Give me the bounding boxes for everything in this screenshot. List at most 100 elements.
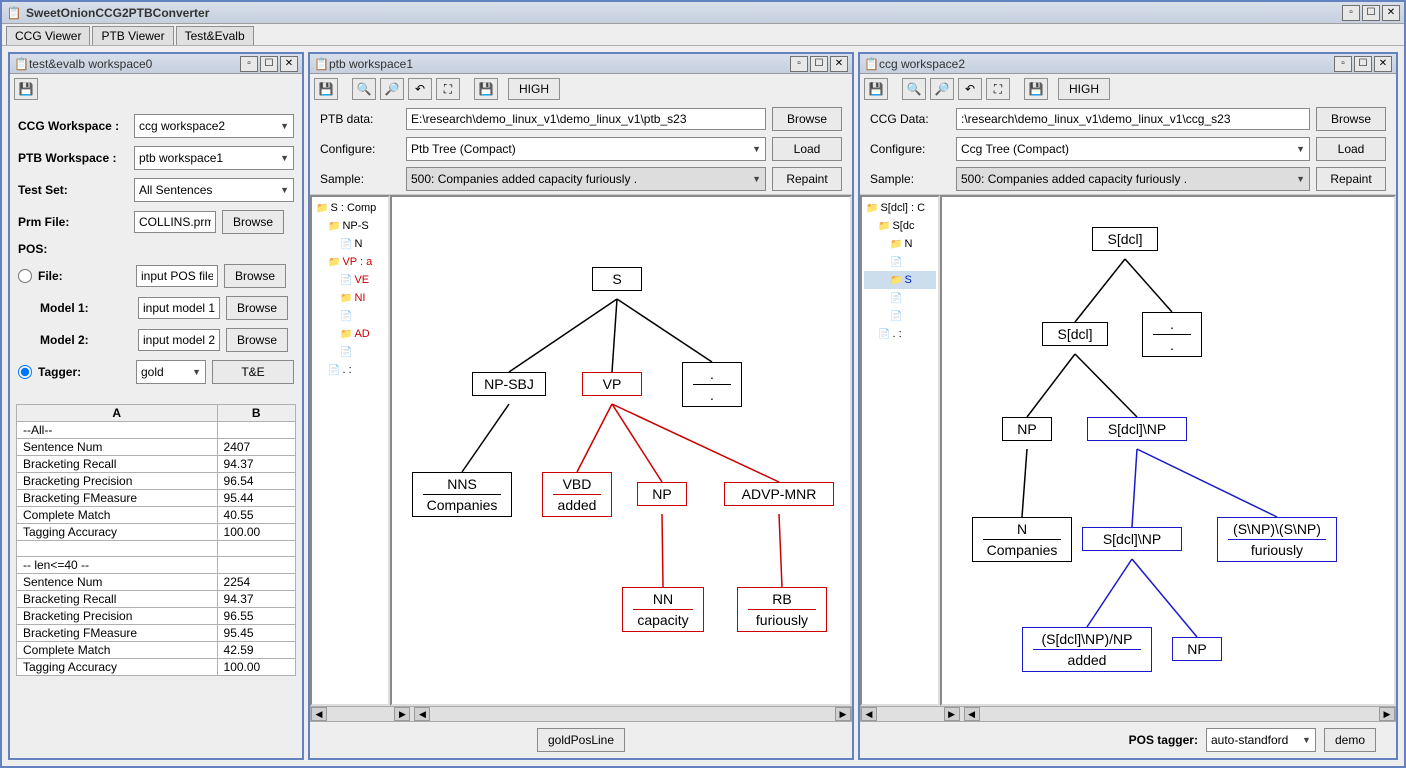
fit-icon[interactable]: ⛶ [986, 78, 1010, 100]
demo-button[interactable]: demo [1324, 728, 1376, 752]
model2-input[interactable] [138, 329, 220, 351]
pos-file-input[interactable] [136, 265, 218, 287]
tab-test-evalb[interactable]: Test&Evalb [176, 26, 254, 45]
zoom-in-icon[interactable]: 🔎 [930, 78, 954, 100]
disk-icon[interactable]: 💾 [1024, 78, 1048, 100]
table-cell [217, 422, 295, 439]
repaint-button[interactable]: Repaint [772, 167, 842, 191]
save-icon[interactable]: 💾 [14, 78, 38, 100]
zoom-in-icon[interactable]: 🔎 [380, 78, 404, 100]
ptb-ws-select[interactable]: ptb workspace1 [134, 146, 294, 170]
panel-title: test&evalb workspace0 [29, 57, 240, 71]
tree-node[interactable]: .. [682, 362, 742, 407]
ptb-browse-button[interactable]: Browse [772, 107, 842, 131]
ptb-data-input[interactable] [406, 108, 766, 130]
fit-icon[interactable]: ⛶ [436, 78, 460, 100]
goldposline-button[interactable]: goldPosLine [537, 728, 625, 752]
table-cell: --All-- [17, 422, 218, 439]
panel-min-icon[interactable]: ▫ [240, 56, 258, 72]
panel-min-icon[interactable]: ▫ [1334, 56, 1352, 72]
panel-max-icon[interactable]: ☐ [1354, 56, 1372, 72]
tree-node[interactable]: NCompanies [972, 517, 1072, 562]
tab-ptb-viewer[interactable]: PTB Viewer [92, 26, 173, 45]
sample-select[interactable]: 500: Companies added capacity furiously … [956, 167, 1310, 191]
ptb-diagram[interactable]: S NP-SBJ VP.. NNSCompanies VBDadded NP ADVP-MN… [390, 195, 852, 706]
tree-node[interactable]: S [592, 267, 642, 291]
panel-close-icon[interactable]: ✕ [280, 56, 298, 72]
tree-node[interactable]: ADVP-MNR [724, 482, 834, 506]
tree-node[interactable]: S[dcl] [1092, 227, 1158, 251]
tree-node[interactable]: NNSCompanies [412, 472, 512, 517]
configure-select[interactable]: Ccg Tree (Compact) [956, 137, 1310, 161]
panel-min-icon[interactable]: ▫ [790, 56, 808, 72]
app-titlebar: 📋 SweetOnionCCG2PTBConverter ▫ ☐ ✕ [2, 2, 1404, 24]
te-button[interactable]: T&E [212, 360, 294, 384]
prm-input[interactable] [134, 211, 216, 233]
table-cell: 42.59 [217, 642, 295, 659]
high-button[interactable]: HIGH [508, 78, 560, 100]
sample-select[interactable]: 500: Companies added capacity furiously … [406, 167, 766, 191]
tab-ccg-viewer[interactable]: CCG Viewer [6, 26, 90, 45]
ccg-ws-select[interactable]: ccg workspace2 [134, 114, 294, 138]
zoom-out-icon[interactable]: 🔍 [352, 78, 376, 100]
save-icon[interactable]: 💾 [864, 78, 888, 100]
tree-node[interactable]: NP [637, 482, 687, 506]
tree-node[interactable]: S[dcl]\NP [1087, 417, 1187, 441]
pos-file-radio[interactable] [18, 269, 32, 283]
ccg-ws-label: CCG Workspace : [18, 119, 128, 133]
undo-icon[interactable]: ↶ [408, 78, 432, 100]
panel-close-icon[interactable]: ✕ [1374, 56, 1392, 72]
table-cell: 2254 [217, 574, 295, 591]
minimize-icon[interactable]: ▫ [1342, 5, 1360, 21]
tree-node[interactable]: NP-SBJ [472, 372, 546, 396]
ccg-panel: 📋 ccg workspace2 ▫ ☐ ✕ 💾 🔍 🔎 ↶ ⛶ 💾 HIGH [858, 52, 1398, 760]
configure-select[interactable]: Ptb Tree (Compact) [406, 137, 766, 161]
ccg-data-input[interactable] [956, 108, 1310, 130]
panel-close-icon[interactable]: ✕ [830, 56, 848, 72]
undo-icon[interactable]: ↶ [958, 78, 982, 100]
load-button[interactable]: Load [1316, 137, 1386, 161]
tagger-select[interactable]: gold [136, 360, 206, 384]
tree-node[interactable]: NP [1172, 637, 1222, 661]
save-icon[interactable]: 💾 [314, 78, 338, 100]
ccg-browse-button[interactable]: Browse [1316, 107, 1386, 131]
tagger-radio[interactable] [18, 365, 32, 379]
testset-select[interactable]: All Sentences [134, 178, 294, 202]
panel-max-icon[interactable]: ☐ [260, 56, 278, 72]
table-cell: 96.54 [217, 473, 295, 490]
tree-node[interactable]: VBDadded [542, 472, 612, 517]
ccg-data-label: CCG Data: [870, 112, 950, 126]
close-icon[interactable]: ✕ [1382, 5, 1400, 21]
model1-browse-button[interactable]: Browse [226, 296, 288, 320]
table-cell: Sentence Num [17, 439, 218, 456]
postagger-select[interactable]: auto-standford [1206, 728, 1316, 752]
tree-node[interactable]: (S[dcl]\NP)/NPadded [1022, 627, 1152, 672]
pos-browse-button[interactable]: Browse [224, 264, 286, 288]
hscroll[interactable]: ◀▶ ◀▶ [310, 706, 852, 722]
ccg-outline[interactable]: S[dcl] : CS[dcNS. : [860, 195, 940, 706]
table-cell: 2407 [217, 439, 295, 456]
tree-node[interactable]: RBfuriously [737, 587, 827, 632]
prm-browse-button[interactable]: Browse [222, 210, 284, 234]
tree-node[interactable]: .. [1142, 312, 1202, 357]
model2-browse-button[interactable]: Browse [226, 328, 288, 352]
tree-node[interactable]: NNcapacity [622, 587, 704, 632]
tree-node[interactable]: (S\NP)\(S\NP)furiously [1217, 517, 1337, 562]
tree-node[interactable]: NP [1002, 417, 1052, 441]
panel-max-icon[interactable]: ☐ [810, 56, 828, 72]
hscroll[interactable]: ◀▶ ◀▶ [860, 706, 1396, 722]
repaint-button[interactable]: Repaint [1316, 167, 1386, 191]
tree-node[interactable]: VP [582, 372, 642, 396]
maximize-icon[interactable]: ☐ [1362, 5, 1380, 21]
zoom-out-icon[interactable]: 🔍 [902, 78, 926, 100]
ptb-outline[interactable]: S : CompNP-SNVP : aVENIAD. : [310, 195, 390, 706]
high-button[interactable]: HIGH [1058, 78, 1110, 100]
tree-node[interactable]: S[dcl] [1042, 322, 1108, 346]
panel-icon: 📋 [864, 57, 879, 71]
disk-icon[interactable]: 💾 [474, 78, 498, 100]
load-button[interactable]: Load [772, 137, 842, 161]
tree-node[interactable]: S[dcl]\NP [1082, 527, 1182, 551]
ccg-diagram[interactable]: S[dcl] S[dcl].. NP S[dcl]\NP NCompanies S[dcl… [940, 195, 1396, 706]
panel-title: ptb workspace1 [329, 57, 790, 71]
model1-input[interactable] [138, 297, 220, 319]
